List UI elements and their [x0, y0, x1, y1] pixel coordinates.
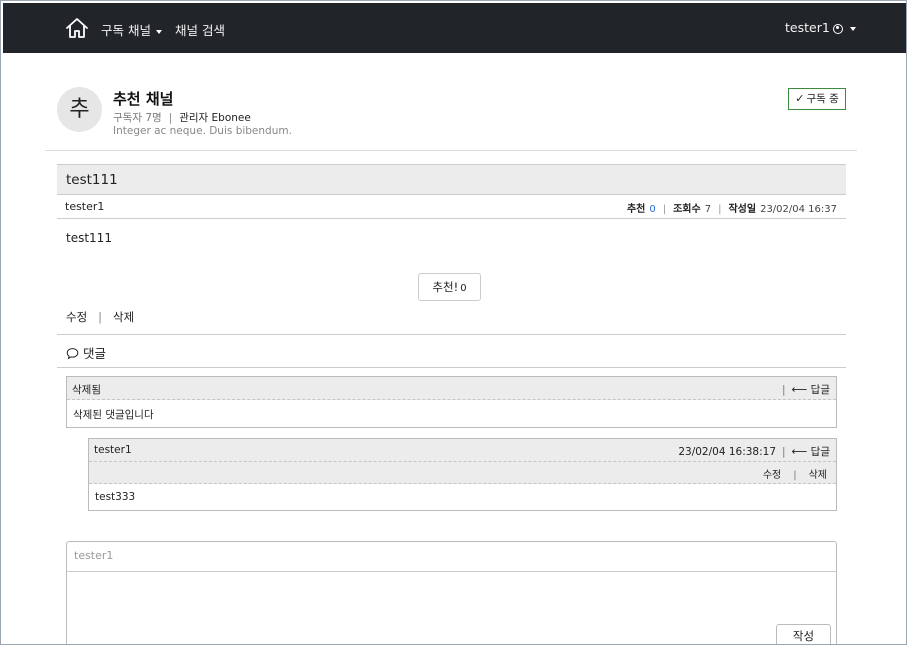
nav-username: tester1: [785, 20, 830, 35]
comment-controls: | ⟵ 답글: [776, 382, 830, 397]
comment-actions: 수정 | 삭제: [763, 466, 827, 481]
reply-button[interactable]: ⟵ 답글: [791, 445, 830, 458]
separator: |: [782, 446, 786, 458]
home-icon[interactable]: [65, 16, 89, 40]
comments-header: 댓글: [66, 343, 106, 362]
separator: |: [793, 470, 797, 481]
comment-timestamp: 23/02/04 16:38:17: [678, 446, 776, 458]
post-stats: 추천 0 | 조회수 7 | 작성일 23/02/04 16:37: [627, 200, 837, 215]
comment-delete-link[interactable]: 삭제: [809, 470, 827, 481]
caret-down-icon: [849, 26, 856, 31]
recommend-button-label: 추천!: [432, 280, 459, 294]
recommend-label: 추천: [626, 204, 646, 215]
reply-label: 답글: [810, 446, 830, 458]
channel-subscribers: 구독자 7명: [113, 112, 162, 124]
views-label: 조회수: [673, 204, 701, 215]
separator: |: [782, 384, 786, 396]
nav-user-menu[interactable]: tester1: [785, 20, 856, 35]
navbar: 구독 채널 채널 검색 tester1: [3, 3, 906, 53]
recommend-button-count: 0: [460, 283, 467, 294]
channel-meta: 구독자 7명 | 관리자 Ebonee: [113, 110, 251, 125]
comment-body: 삭제된 댓글입니다: [73, 409, 154, 421]
comment-actions-bar: 수정 | 삭제: [89, 462, 836, 484]
recommend-count: 0: [649, 204, 656, 215]
post-title-bar: test111: [57, 164, 846, 195]
reply-arrow-icon: ⟵: [791, 383, 808, 396]
subscribe-label: 구독 중: [806, 93, 839, 105]
comment-controls: 23/02/04 16:38:17 | ⟵ 답글: [678, 444, 830, 459]
divider: [45, 150, 857, 151]
comment-author: tester1: [94, 444, 132, 456]
post-actions: 수정 | 삭제: [66, 309, 134, 325]
post-date: 23/02/04 16:37: [760, 204, 837, 215]
channel-description: Integer ac neque. Duis bibendum.: [113, 125, 292, 137]
reply-button[interactable]: ⟵ 답글: [791, 383, 830, 396]
comment-author: 삭제됨: [72, 384, 101, 396]
check-icon: ✓: [795, 92, 805, 105]
speech-bubble-icon: [66, 348, 79, 360]
comment-textarea[interactable]: [67, 573, 836, 644]
post-edit-link[interactable]: 수정: [66, 310, 87, 324]
post-author: tester1: [65, 200, 105, 213]
comment-form: tester1 작성: [66, 541, 837, 644]
post-body: test111: [66, 231, 112, 245]
page-frame: 구독 채널 채널 검색 tester1 추 추천 채널 구독자 7명 | 관리자 E…: [0, 0, 907, 645]
divider: [57, 334, 846, 335]
comment-submit-button[interactable]: 작성: [776, 624, 831, 644]
comment-item: tester1 23/02/04 16:38:17 | ⟵ 답글 수정 | 삭제 tes…: [88, 438, 837, 511]
reply-label: 답글: [810, 384, 830, 396]
comment-header: 삭제됨 | ⟵ 답글: [67, 377, 836, 400]
channel-admin: 관리자 Ebonee: [179, 112, 251, 124]
date-label: 작성일: [728, 204, 757, 215]
reply-arrow-icon: ⟵: [791, 445, 808, 458]
comment-form-author: tester1: [67, 542, 836, 572]
comments-header-label: 댓글: [82, 346, 106, 361]
post-title: test111: [66, 172, 118, 188]
post-meta: tester1 추천 0 | 조회수 7 | 작성일 23/02/04 16:37: [57, 195, 846, 219]
recommend-button[interactable]: 추천! 0: [418, 273, 481, 301]
separator: |: [718, 204, 722, 215]
comment-edit-link[interactable]: 수정: [763, 470, 781, 481]
separator: |: [662, 204, 667, 215]
nav-channel-search[interactable]: 채널 검색: [175, 20, 225, 39]
user-circle-icon: [832, 23, 843, 34]
post-delete-link[interactable]: 삭제: [113, 310, 134, 324]
channel-name: 추천 채널: [113, 90, 174, 108]
views-count: 7: [704, 204, 712, 215]
comment-item: 삭제됨 | ⟵ 답글 삭제된 댓글입니다: [66, 376, 837, 428]
comment-header: tester1 23/02/04 16:38:17 | ⟵ 답글: [89, 439, 836, 462]
separator: |: [98, 310, 103, 324]
nav-subscribed-channels[interactable]: 구독 채널: [101, 20, 162, 39]
divider: [57, 367, 846, 368]
nav-subscribed-label: 구독 채널: [101, 23, 151, 38]
separator: |: [168, 112, 173, 124]
channel-avatar: 추: [57, 87, 102, 132]
caret-down-icon: [155, 29, 162, 34]
subscribe-button[interactable]: ✓ 구독 중: [788, 88, 846, 110]
comment-body: test333: [95, 491, 136, 503]
